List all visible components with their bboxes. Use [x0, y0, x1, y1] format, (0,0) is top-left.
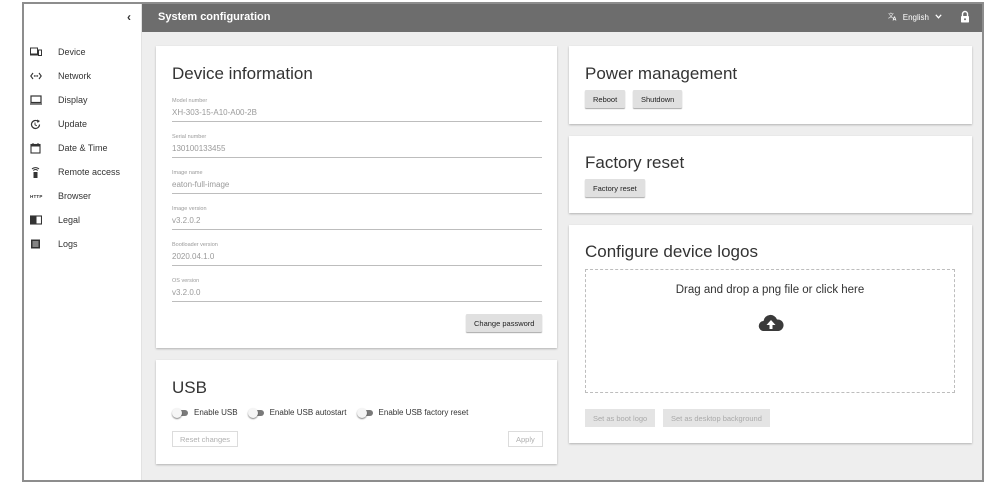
card-title: USB	[172, 378, 207, 397]
lock-icon[interactable]	[960, 10, 970, 28]
remote-access-icon	[24, 166, 50, 178]
field-label: Image name	[172, 170, 203, 176]
reset-changes-button[interactable]: Reset changes	[172, 431, 239, 447]
field-label: Model number	[172, 98, 208, 104]
app-window: ‹ Device Network Display Update Date & T…	[22, 2, 984, 482]
sidebar-item-display[interactable]: Display	[24, 88, 141, 112]
set-boot-logo-button[interactable]: Set as boot logo	[585, 409, 656, 427]
set-desktop-background-button[interactable]: Set as desktop background	[663, 409, 770, 427]
card-title: Device information	[172, 64, 313, 83]
toggle-label: Enable USB	[194, 408, 238, 417]
network-icon	[24, 71, 50, 81]
image-name-field: Image name eaton-full-image	[172, 170, 542, 194]
book-icon	[24, 215, 50, 225]
reboot-button[interactable]: Reboot	[585, 90, 626, 108]
image-version-field: Image version v3.2.0.2	[172, 206, 542, 230]
sidebar-item-logs[interactable]: Logs	[24, 232, 141, 256]
sidebar-item-date-time[interactable]: Date & Time	[24, 136, 141, 160]
top-app-bar: System configuration 文A English	[142, 4, 982, 32]
sidebar: ‹ Device Network Display Update Date & T…	[24, 4, 142, 480]
device-information-card: Device information Model number XH-303-1…	[156, 46, 557, 348]
sidebar-item-label: Browser	[58, 191, 92, 201]
cloud-upload-icon	[758, 314, 784, 337]
dropzone-text: Drag and drop a png file or click here	[675, 284, 865, 296]
bootloader-version-field: Bootloader version 2020.04.1.0	[172, 242, 542, 266]
enable-usb-autostart-toggle[interactable]	[247, 408, 264, 418]
collapse-sidebar-button[interactable]: ‹	[127, 10, 131, 24]
enable-usb-factory-reset-toggle[interactable]	[356, 408, 373, 418]
chevron-down-icon	[935, 14, 942, 21]
device-icon	[24, 47, 50, 57]
model-number-field: Model number XH-303-15-A10-A00-2B	[172, 98, 542, 122]
sidebar-item-label: Date & Time	[58, 143, 108, 153]
svg-text:A: A	[892, 17, 896, 22]
field-value: 2020.04.1.0	[172, 252, 215, 261]
card-title: Factory reset	[585, 153, 685, 172]
field-label: Bootloader version	[172, 242, 218, 248]
logs-icon	[24, 239, 50, 249]
field-value: XH-303-15-A10-A00-2B	[172, 108, 257, 117]
toggle-label: Enable USB autostart	[269, 408, 347, 417]
card-title: Configure device logos	[585, 242, 758, 261]
sidebar-item-label: Update	[58, 119, 88, 129]
calendar-icon	[24, 142, 50, 154]
sidebar-item-label: Display	[58, 95, 88, 105]
logo-dropzone[interactable]: Drag and drop a png file or click here	[585, 269, 955, 393]
change-password-button[interactable]: Change password	[466, 314, 543, 332]
update-icon	[24, 119, 50, 130]
language-label: English	[902, 13, 929, 22]
usb-toggles: Enable USB Enable USB autostart Enable U…	[172, 408, 478, 418]
sidebar-item-label: Logs	[58, 239, 78, 249]
serial-number-field: Serial number 130100133455	[172, 134, 542, 158]
field-label: Serial number	[172, 134, 207, 140]
field-value: v3.2.0.2	[172, 216, 201, 225]
http-icon: HTTP	[30, 193, 43, 199]
field-value: 130100133455	[172, 144, 226, 153]
sidebar-item-update[interactable]: Update	[24, 112, 141, 136]
factory-reset-button[interactable]: Factory reset	[585, 179, 645, 197]
factory-reset-card: Factory reset Factory reset	[569, 136, 972, 213]
sidebar-item-label: Device	[58, 47, 86, 57]
os-version-field: OS version v3.2.0.0	[172, 278, 542, 302]
usb-card: USB Enable USB Enable USB autostart Enab…	[156, 360, 557, 464]
shutdown-button[interactable]: Shutdown	[633, 90, 683, 108]
sidebar-item-browser[interactable]: HTTP Browser	[24, 184, 141, 208]
sidebar-item-device[interactable]: Device	[24, 40, 141, 64]
configure-logos-card: Configure device logos Drag and drop a p…	[569, 225, 972, 443]
sidebar-item-network[interactable]: Network	[24, 64, 141, 88]
sidebar-item-label: Remote access	[58, 167, 121, 177]
sidebar-item-remote-access[interactable]: Remote access	[24, 160, 141, 184]
display-icon	[24, 95, 50, 105]
enable-usb-toggle[interactable]	[172, 408, 188, 418]
translate-icon: 文A	[888, 12, 898, 23]
sidebar-nav: Device Network Display Update Date & Tim…	[24, 40, 141, 256]
language-selector[interactable]: 文A English	[888, 12, 942, 23]
sidebar-item-label: Network	[58, 71, 92, 81]
field-value: v3.2.0.0	[172, 288, 201, 297]
page-title: System configuration	[158, 11, 271, 23]
card-title: Power management	[585, 64, 738, 83]
field-label: OS version	[172, 278, 200, 284]
field-label: Image version	[172, 206, 207, 212]
power-management-card: Power management Reboot Shutdown	[569, 46, 972, 124]
sidebar-item-legal[interactable]: Legal	[24, 208, 141, 232]
toggle-label: Enable USB factory reset	[378, 408, 469, 417]
apply-button[interactable]: Apply	[508, 431, 543, 447]
field-value: eaton-full-image	[172, 180, 230, 189]
sidebar-item-label: Legal	[58, 215, 81, 225]
